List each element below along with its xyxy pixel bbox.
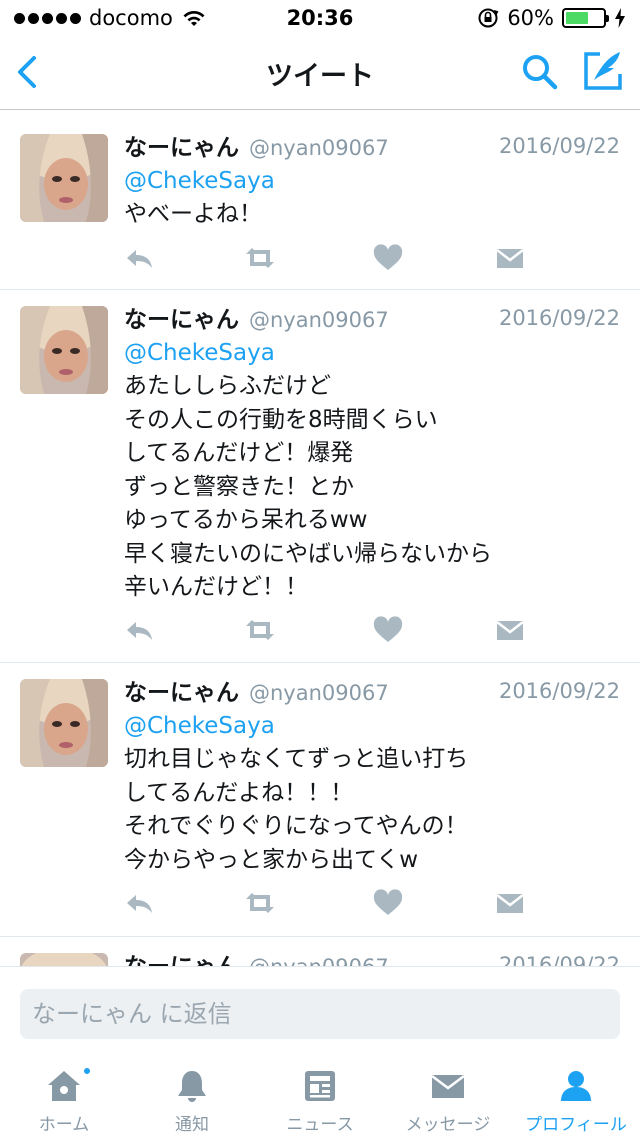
mention-link[interactable]: @ChekeSaya [124, 336, 624, 370]
avatar[interactable] [20, 679, 108, 767]
tweet-text-line: 今からやっと家から出てくw [124, 846, 419, 873]
search-icon [523, 55, 558, 90]
compose-icon [584, 52, 622, 90]
tweet-actions [124, 616, 604, 646]
tab-label: ホーム [38, 1115, 90, 1135]
user-handle[interactable]: @nyan09067 [249, 308, 389, 332]
tweet-body: @ChekeSaya 切れ目じゃなくてずっと追い打ち してるんだよね！！！ それ… [124, 709, 624, 877]
user-handle[interactable]: @nyan09067 [249, 681, 389, 705]
battery-percent: 60% [507, 6, 554, 30]
tab-label: メッセージ [405, 1115, 491, 1135]
status-right: 60% [477, 6, 626, 30]
avatar-photo [20, 679, 108, 767]
tweet-body: @ChekeSaya やべーよね！ [124, 164, 624, 232]
tweet-header: なーにゃん @nyan09067 2016/09/22 [124, 300, 624, 336]
rotation-lock-icon [478, 8, 499, 28]
compose-button[interactable] [580, 48, 626, 94]
profile-icon [561, 1071, 591, 1101]
tweet-text-line: 早く寝たいのにやばい帰らないから [124, 540, 492, 567]
news-icon [305, 1071, 335, 1101]
mention-link[interactable]: @ChekeSaya [124, 164, 624, 198]
tab-profile[interactable]: プロフィール [512, 1050, 640, 1138]
direct-message-icon[interactable] [494, 244, 526, 272]
notification-dot [82, 1066, 92, 1076]
search-button[interactable] [518, 50, 562, 94]
user-name[interactable]: なーにゃん [124, 673, 239, 707]
tweet-text-line: 辛いんだけど！！ [124, 574, 308, 600]
mention-link[interactable]: @ChekeSaya [124, 709, 624, 743]
tweet-text-line: それでぐりぐりになってやんの！ [124, 813, 468, 839]
tweet-text-line: してるんだよね！！！ [124, 779, 354, 806]
charging-icon [615, 8, 625, 28]
user-handle[interactable]: @nyan09067 [249, 955, 389, 966]
reply-bar: なーにゃん に返信 [0, 966, 640, 1050]
retweet-icon[interactable] [244, 616, 276, 644]
avatar-photo [20, 134, 108, 222]
tweet[interactable]: なーにゃん @nyan09067 2016/09/22 @ChekeSaya あ… [0, 290, 640, 663]
like-icon[interactable] [372, 244, 404, 272]
tweet-text-line: その人この行動を8時間くらい [124, 406, 438, 433]
user-handle[interactable]: @nyan09067 [249, 136, 389, 160]
tweet-text-line: ゆってるから呆れるww [124, 507, 368, 533]
tweet-header: なーにゃん @nyan09067 2016/09/22 [124, 128, 624, 164]
reply-icon[interactable] [124, 244, 156, 272]
tweet-date: 2016/09/22 [498, 953, 620, 966]
tab-news[interactable]: ニュース [256, 1050, 384, 1138]
tweet-text-line: やべーよね！ [124, 201, 262, 227]
status-bar: docomo 20:36 60% [0, 0, 640, 36]
envelope-icon [431, 1075, 465, 1098]
tweet[interactable]: なーにゃん @nyan09067 2016/09/22 @ChekeSaya や… [0, 118, 640, 290]
tab-label: ニュース [286, 1115, 354, 1135]
avatar[interactable] [20, 134, 108, 222]
tab-notifications[interactable]: 通知 [128, 1050, 256, 1138]
tab-home[interactable]: ホーム [0, 1050, 128, 1138]
tweet-text-line: ずっと警察きた！とか [124, 473, 354, 500]
tweet-actions [124, 244, 604, 274]
tab-label: 通知 [175, 1115, 209, 1135]
user-name[interactable]: なーにゃん [124, 947, 239, 966]
user-name[interactable]: なーにゃん [124, 300, 239, 334]
battery-fill [566, 12, 588, 24]
tweet[interactable]: なーにゃん @nyan09067 2016/09/22 [0, 937, 640, 966]
avatar[interactable] [20, 306, 108, 394]
tab-messages[interactable]: メッセージ [384, 1050, 512, 1138]
like-icon[interactable] [372, 616, 404, 644]
tab-label: プロフィール [525, 1115, 627, 1135]
tweet-feed[interactable]: なーにゃん @nyan09067 2016/09/22 @ChekeSaya や… [0, 118, 640, 966]
tweet-body: @ChekeSaya あたししらふだけど その人この行動を8時間くらい してるん… [124, 336, 624, 605]
user-name[interactable]: なーにゃん [124, 128, 239, 162]
home-icon [48, 1071, 80, 1101]
tab-bar: ホーム 通知 ニュース メッセージ プロフィール [0, 1050, 640, 1138]
tweet-header: なーにゃん @nyan09067 2016/09/22 [124, 947, 624, 966]
tweet-header: なーにゃん @nyan09067 2016/09/22 [124, 673, 624, 709]
retweet-icon[interactable] [244, 244, 276, 272]
bell-icon [178, 1071, 206, 1102]
tweet-date: 2016/09/22 [498, 134, 620, 158]
like-icon[interactable] [372, 889, 404, 917]
tweet-text-line: してるんだけど！爆発 [124, 440, 354, 466]
tweet[interactable]: なーにゃん @nyan09067 2016/09/22 @ChekeSaya 切… [0, 663, 640, 937]
retweet-icon[interactable] [244, 889, 276, 917]
avatar[interactable] [20, 953, 108, 966]
avatar-photo [20, 306, 108, 394]
reply-icon[interactable] [124, 889, 156, 917]
reply-input[interactable]: なーにゃん に返信 [20, 989, 620, 1039]
direct-message-icon[interactable] [494, 889, 526, 917]
tweet-text-line: あたししらふだけど [124, 373, 331, 399]
reply-icon[interactable] [124, 616, 156, 644]
battery-icon [562, 8, 609, 28]
nav-bar: ツイート [0, 36, 640, 110]
tweet-actions [124, 889, 604, 919]
tweet-text-line: 切れ目じゃなくてずっと追い打ち [124, 746, 469, 772]
direct-message-icon[interactable] [494, 616, 526, 644]
avatar-photo [20, 953, 108, 966]
tweet-date: 2016/09/22 [498, 679, 620, 703]
tweet-date: 2016/09/22 [498, 306, 620, 330]
